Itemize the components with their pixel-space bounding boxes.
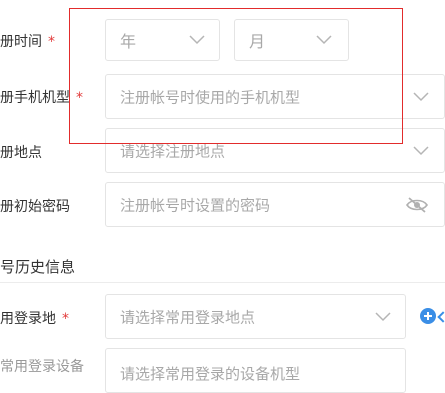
reg-place-select[interactable]: 请选择注册地点 [105, 128, 445, 173]
common-login-placeholder: 请选择常用登录地点 [120, 308, 256, 326]
required-mark: * [48, 34, 55, 50]
next-row-label: 常用登录设备 [0, 356, 84, 376]
required-mark: * [76, 90, 83, 106]
password-input[interactable]: 注册帐号时设置的密码 [105, 182, 445, 227]
reg-password-label: 册初始密码 [0, 196, 70, 216]
chevron-down-icon [375, 311, 391, 321]
history-section-title: 号历史信息 [0, 258, 76, 276]
next-row-label-text: 常用登录设备 [0, 359, 84, 375]
next-row-select[interactable]: 请选择常用登录的设备机型 [105, 348, 406, 393]
eye-off-icon[interactable] [406, 197, 428, 213]
password-placeholder: 注册帐号时设置的密码 [120, 196, 271, 214]
common-login-label-text: 用登录地 [0, 311, 56, 327]
month-select[interactable]: 月 [234, 19, 349, 61]
chevron-down-icon [316, 35, 332, 45]
next-row-placeholder: 请选择常用登录的设备机型 [120, 365, 301, 383]
chevron-down-icon [413, 91, 429, 101]
section-divider [0, 282, 445, 283]
reg-place-placeholder: 请选择注册地点 [120, 142, 226, 160]
reg-time-label: 册时间 * [0, 31, 55, 51]
required-mark: * [62, 311, 69, 327]
reg-password-label-text: 册初始密码 [0, 199, 70, 215]
phone-model-select[interactable]: 注册帐号时使用的手机机型 [105, 74, 445, 119]
chevron-down-icon [189, 35, 205, 45]
plus-circle-icon[interactable] [420, 308, 436, 324]
reg-phone-label: 册手机机型 * [0, 87, 83, 107]
reg-phone-label-text: 册手机机型 [0, 90, 70, 106]
common-login-label: 用登录地 * [0, 308, 69, 328]
year-select[interactable]: 年 [105, 19, 220, 61]
year-placeholder: 年 [120, 32, 137, 51]
add-arrow-icon [437, 311, 445, 323]
month-placeholder: 月 [249, 32, 266, 51]
phone-model-placeholder: 注册帐号时使用的手机机型 [120, 88, 301, 106]
reg-time-label-text: 册时间 [0, 34, 42, 50]
common-login-select[interactable]: 请选择常用登录地点 [105, 294, 406, 339]
reg-place-label: 册地点 [0, 142, 42, 162]
chevron-down-icon [413, 145, 429, 155]
reg-place-label-text: 册地点 [0, 145, 42, 161]
